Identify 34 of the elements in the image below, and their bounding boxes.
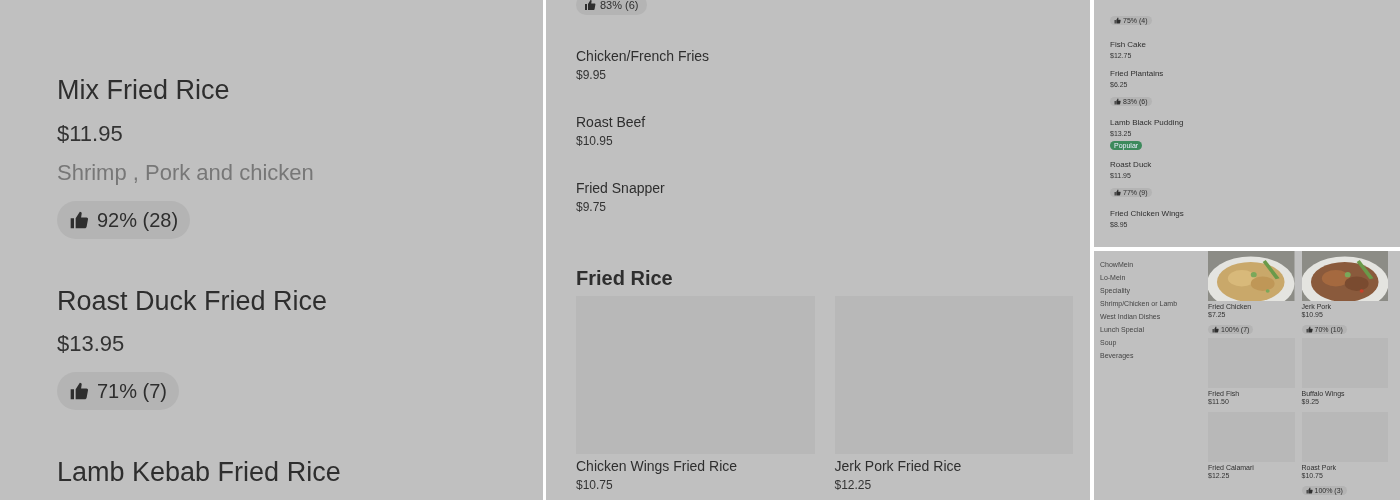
item-price: $11.95 [57,119,124,148]
item-price: $13.95 [57,330,126,358]
item-name[interactable]: Roast Duck Fried Rice [57,280,543,321]
rating-text: 83% (6) [600,0,639,13]
thumbs-up-icon [69,381,89,401]
item-price: $12.25 [834,479,873,491]
item-name[interactable]: Mix Fried Rice [57,70,543,111]
rating-text: 92% (28) [97,207,179,233]
thumbs-up-icon [69,209,89,230]
item-name[interactable]: Fried Plantains [1110,70,1164,78]
item-name[interactable]: Fried Chicken Wings [1110,210,1184,218]
item-price: $9.95 [576,69,608,81]
item-name[interactable]: Roast Duck [1110,161,1152,169]
thumbs-up-icon [1114,98,1121,105]
section-title: Fried Rice [576,268,674,288]
thumbs-up-icon [1114,189,1121,196]
item-name[interactable]: Lamb Kebab Fried Rice [57,452,543,493]
item-name[interactable]: Jerk Pork Fried Rice [834,459,1073,473]
item-price: $9.75 [576,201,608,213]
thumbs-up-icon [1114,17,1121,24]
thumbs-up-icon [1305,487,1313,494]
rating-text: 71% (7) [97,379,168,404]
item-name[interactable]: Chicken Wings Fried Rice [576,459,815,473]
item-price: $10.95 [576,135,614,147]
thumbs-up-icon [584,0,596,11]
thumbs-up-icon [1305,326,1313,333]
item-name[interactable]: Lamb Black Pudding [1110,119,1184,127]
item-name[interactable]: Chicken/French Fries [576,49,1073,63]
item-price: $10.75 [576,479,614,491]
item-name[interactable]: Roast Beef [576,115,1073,129]
item-name[interactable]: Fried Snapper [576,181,1073,195]
thumbs-up-icon [1212,326,1219,333]
item-name[interactable]: Fish Cake [1110,41,1146,49]
item-description: Shrimp , Pork and chicken [57,158,315,187]
